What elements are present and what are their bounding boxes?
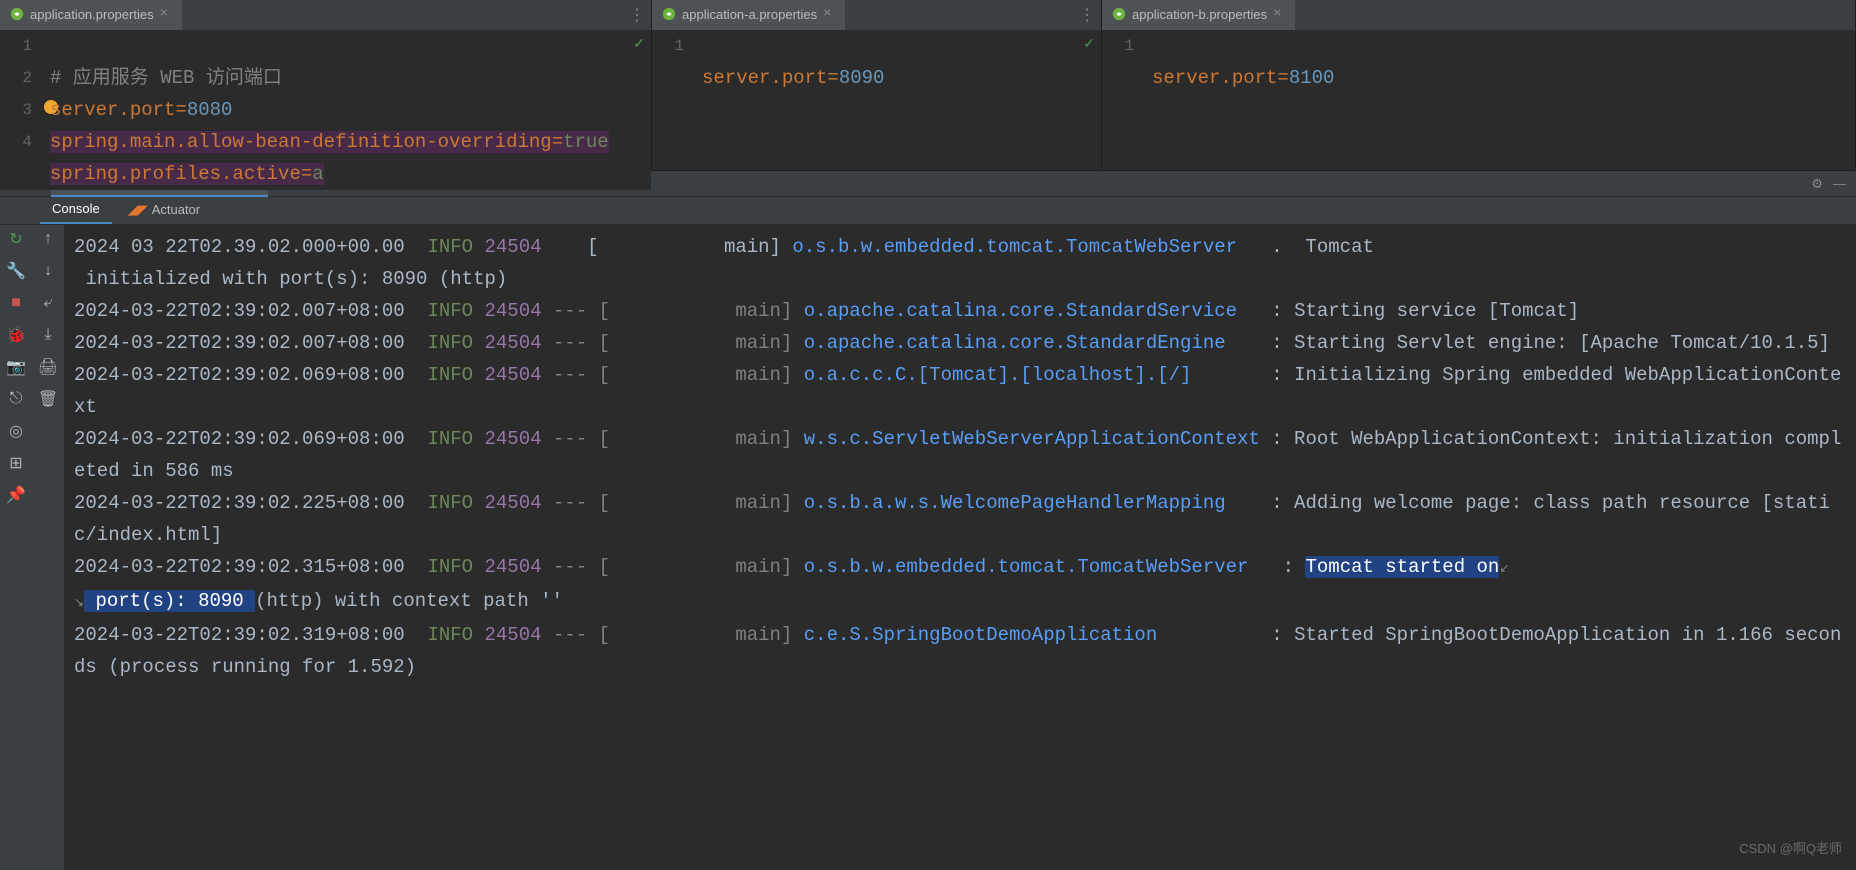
watermark: CSDN @啊Q老师 <box>1739 838 1842 857</box>
stop-icon[interactable]: ■ <box>6 293 26 313</box>
code-area-1[interactable]: 1 2 3 4 # 应用服务 WEB 访问端口 server.port=8080… <box>0 30 651 190</box>
file-tab-application-a[interactable]: application-a.properties × <box>652 0 845 30</box>
tab-label: application.properties <box>30 7 154 22</box>
check-icon: ✓ <box>1083 36 1095 53</box>
close-icon[interactable]: × <box>160 8 172 20</box>
rerun-icon[interactable]: ↻ <box>6 229 26 249</box>
actuator-icon: ◢◤ <box>128 202 148 217</box>
console-output[interactable]: 2024 03 22T02.39.02.000+00.00 INFO 24504… <box>64 225 1856 870</box>
check-icon: ✓ <box>633 36 645 53</box>
editor-pane-1: application.properties × ⋮ 1 2 3 4 # 应用服… <box>0 0 652 170</box>
scroll-icon[interactable]: ⤓ <box>38 325 58 345</box>
editor-pane-3: application-b.properties × 1 server.port… <box>1102 0 1856 170</box>
code-text[interactable]: # 应用服务 WEB 访问端口 server.port=8080 spring.… <box>50 30 651 190</box>
console-body: ↻ 🔧 ■ 🐞 📷 ⎋ ◎ ⊞ 📌 ↑ ↓ ⤶ ⤓ 🖨 🗑 2024 03 22… <box>0 225 1856 870</box>
exit-icon[interactable]: ⎋ <box>6 389 26 409</box>
code-text[interactable]: server.port=8090 <box>702 30 1101 170</box>
print-icon[interactable]: 🖨 <box>38 357 58 377</box>
gear-icon[interactable]: ⚙ <box>1811 176 1823 192</box>
tab-menu-icon[interactable]: ⋮ <box>1079 5 1095 25</box>
gutter: 1 2 3 4 <box>0 30 50 190</box>
up-icon[interactable]: ↑ <box>38 229 58 249</box>
camera-icon[interactable]: 📷 <box>6 357 26 377</box>
highlighted-text: Tomcat started on <box>1305 556 1499 578</box>
console-tabs: Console ◢◤Actuator <box>0 197 1856 225</box>
wrench-icon[interactable]: 🔧 <box>6 261 26 281</box>
run-toolbar-2: ↑ ↓ ⤶ ⤓ 🖨 🗑 <box>32 225 64 870</box>
file-tab-application-b[interactable]: application-b.properties × <box>1102 0 1295 30</box>
code-text[interactable]: server.port=8100 <box>1152 30 1855 170</box>
down-icon[interactable]: ↓ <box>38 261 58 281</box>
trash-icon[interactable]: 🗑 <box>38 389 58 409</box>
editor-split-area: application.properties × ⋮ 1 2 3 4 # 应用服… <box>0 0 1856 170</box>
run-toolbar-1: ↻ 🔧 ■ 🐞 📷 ⎋ ◎ ⊞ 📌 <box>0 225 32 870</box>
spring-file-icon <box>10 7 24 21</box>
gutter: 1 <box>1102 30 1152 170</box>
tab-label: application-a.properties <box>682 7 817 22</box>
highlighted-text: port(s): 8090 <box>84 590 255 612</box>
minimize-icon[interactable]: — <box>1833 176 1846 191</box>
bug-icon[interactable]: 🐞 <box>6 325 26 345</box>
tab-bar-2: application-a.properties × ⋮ <box>652 0 1101 30</box>
pin-icon[interactable]: 📌 <box>6 485 26 505</box>
tab-bar-1: application.properties × ⋮ <box>0 0 651 30</box>
spring-file-icon <box>1112 7 1126 21</box>
tab-label: application-b.properties <box>1132 7 1267 22</box>
close-icon[interactable]: × <box>1273 8 1285 20</box>
gutter: 1 <box>652 30 702 170</box>
console-tab[interactable]: Console <box>40 195 112 224</box>
tab-bar-3: application-b.properties × <box>1102 0 1855 30</box>
editor-pane-2: application-a.properties × ⋮ 1 server.po… <box>652 0 1102 170</box>
code-area-3[interactable]: 1 server.port=8100 <box>1102 30 1855 170</box>
code-area-2[interactable]: 1 server.port=8090 ✓ <box>652 30 1101 170</box>
target-icon[interactable]: ◎ <box>6 421 26 441</box>
tab-menu-icon[interactable]: ⋮ <box>629 5 645 25</box>
layout-icon[interactable]: ⊞ <box>6 453 26 473</box>
close-icon[interactable]: × <box>823 8 835 20</box>
spring-file-icon <box>662 7 676 21</box>
file-tab-application[interactable]: application.properties × <box>0 0 182 30</box>
wrap-icon[interactable]: ⤶ <box>38 293 58 313</box>
run-panel: Run: SpringBootDemoApplication × ⚙ — Con… <box>0 170 1856 870</box>
actuator-tab[interactable]: ◢◤Actuator <box>116 196 212 224</box>
